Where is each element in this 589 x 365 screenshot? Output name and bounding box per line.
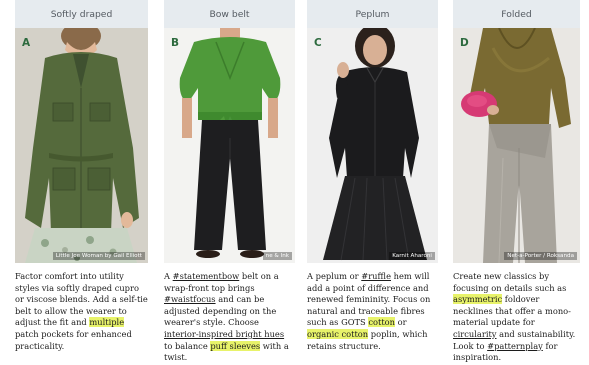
hashtag-link[interactable]: #ruffle [361, 271, 391, 281]
photo-credit: Net-a-Porter / Roksanda [504, 252, 577, 260]
caption-text: patch pockets for enhanced practicality. [15, 328, 132, 351]
photo-illustration [307, 28, 438, 263]
card-header: Softly draped [15, 0, 148, 28]
highlighted-keyword: asymmetric [453, 294, 503, 305]
trend-card-softly-draped: Softly draped A Little Joe Woman by Gail… [15, 0, 148, 352]
card-header: Bow belt [164, 0, 295, 28]
highlighted-keyword: cotton [368, 317, 396, 328]
product-photo-a: A Little Joe Woman by Gail Elliott [15, 28, 148, 263]
product-photo-d: D Net-a-Porter / Roksanda [453, 28, 580, 263]
caption-text: or [395, 317, 407, 328]
caption-text: Create new classics by focusing on detai… [453, 271, 567, 293]
photo-credit: Little Joe Woman by Gail Elliott [52, 252, 145, 260]
photo-illustration [15, 28, 148, 263]
caption-text: Factor comfort into utility styles via s… [15, 271, 148, 328]
card-letter: D [460, 37, 469, 49]
card-caption: Create new classics by focusing on detai… [453, 271, 580, 364]
card-header: Peplum [307, 0, 438, 28]
photo-credit: Karnit Aharoni [389, 252, 435, 260]
card-caption: A peplum or #ruffle hem will add a point… [307, 271, 438, 352]
card-letter: B [171, 37, 180, 49]
trend-card-bow-belt: Bow belt B ne & Ink A #statementbow belt [164, 0, 295, 364]
trend-card-peplum: Peplum C Karnit Aharoni A peplum or #ruf… [307, 0, 438, 352]
hashtag-link[interactable]: #waistfocus [164, 294, 216, 304]
trend-card-folded: Folded D Net-a-Porter / Roksanda Create … [453, 0, 580, 364]
card-caption: A #statementbow belt on a wrap-front top… [164, 271, 295, 364]
photo-illustration [164, 28, 295, 263]
caption-text: A [164, 271, 173, 281]
photo-illustration [453, 28, 580, 263]
highlighted-keyword: puff sleeves [210, 340, 261, 351]
hashtag-link[interactable]: #statementbow [173, 271, 240, 281]
card-caption: Factor comfort into utility styles via s… [15, 271, 148, 352]
product-photo-b: B ne & Ink [164, 28, 295, 263]
card-letter: C [314, 37, 322, 49]
hashtag-link[interactable]: circularity [453, 329, 497, 339]
highlighted-keyword: organic cotton [307, 328, 369, 339]
product-photo-c: C Karnit Aharoni [307, 28, 438, 263]
card-header: Folded [453, 0, 580, 28]
card-letter: A [22, 37, 31, 49]
caption-text: to balance [164, 340, 211, 351]
hashtag-link[interactable]: interior-inspired bright hues [164, 329, 284, 339]
highlighted-keyword: multiple [89, 317, 125, 328]
hashtag-link[interactable]: #patternplay [487, 341, 543, 351]
photo-credit: ne & Ink [262, 252, 292, 260]
caption-text: A peplum or [307, 271, 362, 281]
